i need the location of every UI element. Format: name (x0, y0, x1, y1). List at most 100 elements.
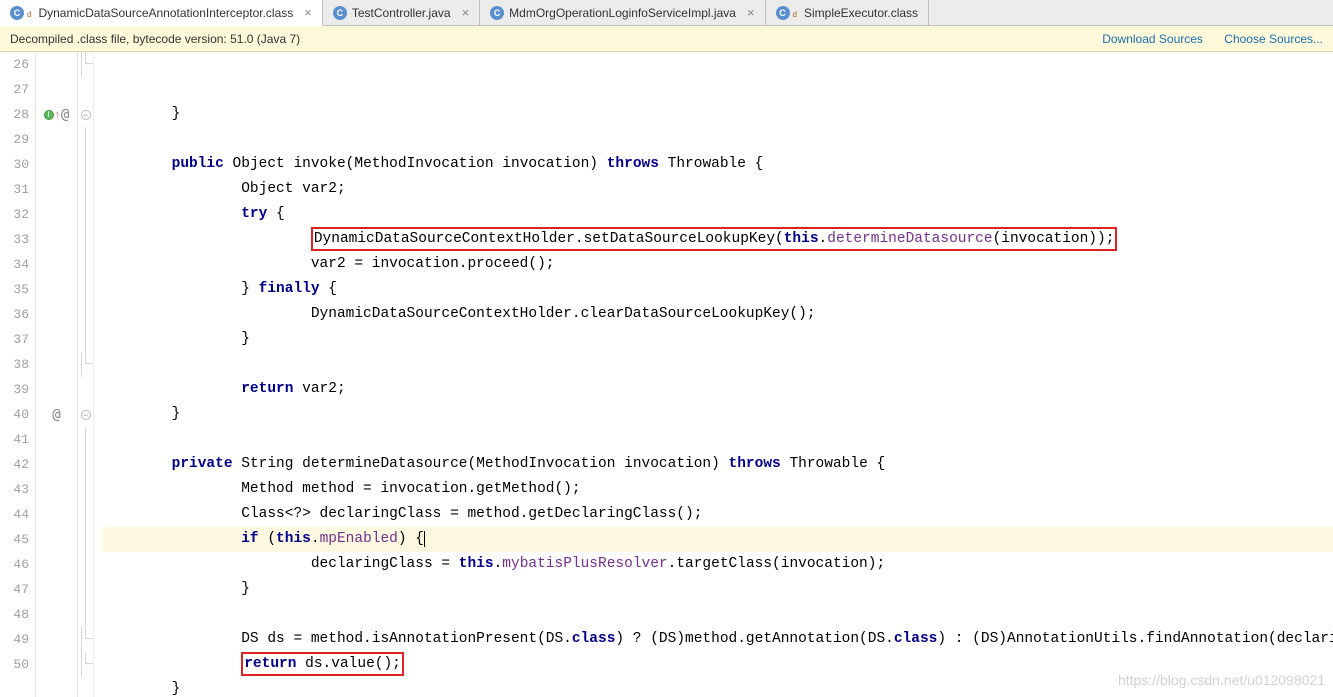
fold-indicator[interactable] (78, 127, 93, 152)
fold-column: −− (78, 52, 94, 697)
fold-indicator[interactable] (78, 377, 93, 402)
gutter-marker (36, 577, 77, 602)
code-line[interactable]: if (this.mpEnabled) { (102, 527, 1333, 552)
close-icon[interactable]: × (747, 5, 755, 20)
code-token: { (276, 206, 285, 222)
code-line[interactable]: } (102, 677, 1333, 697)
gutter-marker (36, 227, 77, 252)
code-token: this (784, 231, 819, 247)
code-line[interactable]: Object var2; (102, 177, 1333, 202)
fold-indicator[interactable] (78, 502, 93, 527)
code-line[interactable] (102, 352, 1333, 377)
code-token: this (276, 531, 311, 547)
code-line[interactable]: return ds.value(); (102, 652, 1333, 677)
highlight-box: return ds.value(); (241, 652, 404, 676)
close-icon[interactable]: × (304, 5, 312, 20)
fold-indicator[interactable] (78, 602, 93, 627)
fold-indicator[interactable] (78, 427, 93, 452)
fold-indicator[interactable] (78, 227, 93, 252)
code-token: DS ds = method.isAnnotationPresent(DS. (241, 631, 572, 647)
fold-indicator[interactable] (78, 177, 93, 202)
fold-indicator[interactable]: − (78, 102, 93, 127)
fold-indicator[interactable] (78, 302, 93, 327)
code-line[interactable]: private String determineDatasource(Metho… (102, 452, 1333, 477)
code-line[interactable]: } finally { (102, 277, 1333, 302)
line-number: 49 (0, 627, 29, 652)
fold-indicator[interactable] (78, 252, 93, 277)
gutter-marker (36, 652, 77, 677)
code-line[interactable]: } (102, 327, 1333, 352)
code-token: ) : (DS)AnnotationUtils.findAnnotation(d… (937, 631, 1333, 647)
fold-indicator[interactable] (78, 552, 93, 577)
fold-indicator[interactable] (78, 52, 93, 77)
fold-indicator[interactable] (78, 477, 93, 502)
code-line[interactable]: DS ds = method.isAnnotationPresent(DS.cl… (102, 627, 1333, 652)
line-number: 38 (0, 352, 29, 377)
override-icon[interactable]: I (44, 110, 54, 120)
fold-collapse-icon[interactable]: − (81, 110, 91, 120)
line-number: 48 (0, 602, 29, 627)
code-token: } (172, 106, 181, 122)
code-line[interactable]: DynamicDataSourceContextHolder.setDataSo… (102, 227, 1333, 252)
implements-arrow-icon[interactable]: ↑ (55, 109, 61, 121)
code-token: private (172, 456, 242, 472)
download-sources-link[interactable]: Download Sources (1102, 32, 1203, 46)
fold-indicator[interactable] (78, 452, 93, 477)
fold-indicator[interactable] (78, 202, 93, 227)
code-line[interactable]: Class<?> declaringClass = method.getDecl… (102, 502, 1333, 527)
fold-indicator[interactable] (78, 352, 93, 377)
code-line[interactable]: declaringClass = this.mybatisPlusResolve… (102, 552, 1333, 577)
choose-sources-link[interactable]: Choose Sources... (1224, 32, 1323, 46)
code-token: Method method = invocation.getMethod(); (241, 481, 580, 497)
gutter-marker (36, 202, 77, 227)
code-line[interactable]: DynamicDataSourceContextHolder.clearData… (102, 302, 1333, 327)
code-line[interactable]: Method method = invocation.getMethod(); (102, 477, 1333, 502)
fold-indicator[interactable] (78, 277, 93, 302)
code-area[interactable]: } public Object invoke(MethodInvocation … (94, 52, 1333, 697)
gutter-marker (36, 602, 77, 627)
line-number: 34 (0, 252, 29, 277)
code-line[interactable] (102, 602, 1333, 627)
code-line[interactable]: var2 = invocation.proceed(); (102, 252, 1333, 277)
gutter-marker (36, 152, 77, 177)
fold-indicator[interactable]: − (78, 402, 93, 427)
code-token: ) { (398, 531, 424, 547)
code-line[interactable]: } (102, 102, 1333, 127)
fold-indicator[interactable] (78, 152, 93, 177)
editor-tab-2[interactable]: CMdmOrgOperationLoginfoServiceImpl.java× (480, 0, 765, 25)
fold-indicator[interactable] (78, 652, 93, 677)
code-token: return (241, 381, 302, 397)
code-line[interactable]: return var2; (102, 377, 1333, 402)
fold-indicator[interactable] (78, 627, 93, 652)
code-token: return (244, 656, 305, 672)
fold-indicator[interactable] (78, 527, 93, 552)
code-line[interactable]: } (102, 577, 1333, 602)
fold-collapse-icon[interactable]: − (81, 410, 91, 420)
code-line[interactable]: } (102, 402, 1333, 427)
code-editor[interactable]: 2627282930313233343536373839404142434445… (0, 52, 1333, 697)
gutter-marker (36, 452, 77, 477)
fold-indicator[interactable] (78, 77, 93, 102)
editor-tab-1[interactable]: CTestController.java× (323, 0, 480, 25)
decompile-message: Decompiled .class file, bytecode version… (10, 32, 300, 46)
info-links: Download Sources Choose Sources... (1084, 32, 1323, 46)
code-token: class (572, 631, 616, 647)
code-token: mybatisPlusResolver (502, 556, 667, 572)
editor-tab-0[interactable]: CdDynamicDataSourceAnnotationInterceptor… (0, 0, 323, 26)
code-token: Throwable { (668, 156, 764, 172)
fold-indicator[interactable] (78, 327, 93, 352)
gutter-marker (36, 502, 77, 527)
code-token: finally (259, 281, 329, 297)
gutter-marker (36, 52, 77, 77)
code-line[interactable]: public Object invoke(MethodInvocation in… (102, 152, 1333, 177)
code-line[interactable] (102, 127, 1333, 152)
line-number: 43 (0, 477, 29, 502)
code-line[interactable]: try { (102, 202, 1333, 227)
code-token: mpEnabled (320, 531, 398, 547)
code-token: . (494, 556, 503, 572)
close-icon[interactable]: × (462, 5, 470, 20)
editor-tab-3[interactable]: CdSimpleExecutor.class (766, 0, 930, 25)
gutter-marker (36, 277, 77, 302)
fold-indicator[interactable] (78, 577, 93, 602)
code-line[interactable] (102, 427, 1333, 452)
